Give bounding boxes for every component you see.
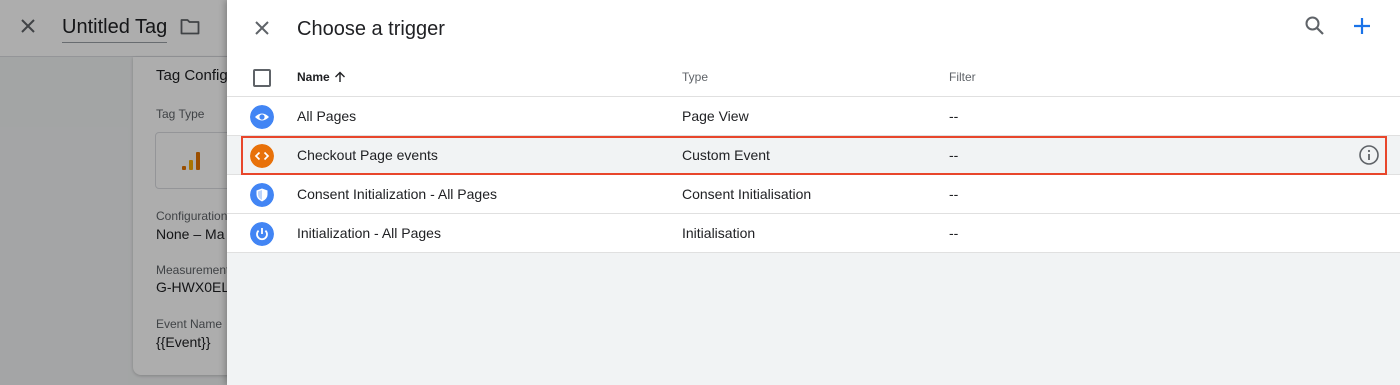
table-header: Name Type Filter xyxy=(227,57,1400,97)
select-all-checkbox[interactable] xyxy=(253,69,271,87)
trigger-name: Checkout Page events xyxy=(297,147,438,163)
info-icon[interactable] xyxy=(1358,144,1380,166)
power-icon xyxy=(250,222,274,246)
filter-column-header[interactable]: Filter xyxy=(949,70,976,84)
search-icon[interactable] xyxy=(1304,15,1326,37)
trigger-name: Consent Initialization - All Pages xyxy=(297,186,497,202)
arrow-up-icon xyxy=(334,71,345,82)
choose-trigger-drawer: Choose a trigger Name Type Filter All Pa… xyxy=(227,0,1400,385)
type-column-header[interactable]: Type xyxy=(682,70,708,84)
trigger-type: Page View xyxy=(682,108,749,124)
code-icon xyxy=(250,144,274,168)
close-icon[interactable] xyxy=(249,15,275,41)
name-column-label: Name xyxy=(297,70,330,84)
trigger-filter: -- xyxy=(949,225,959,241)
trigger-filter: -- xyxy=(949,108,959,124)
trigger-table: Name Type Filter All Pages Page View -- … xyxy=(227,57,1400,253)
trigger-row-all-pages[interactable]: All Pages Page View -- xyxy=(227,97,1400,136)
name-column-header[interactable]: Name xyxy=(297,70,346,84)
trigger-row-checkout-page-events[interactable]: Checkout Page events Custom Event -- xyxy=(227,136,1400,175)
trigger-name: All Pages xyxy=(297,108,357,124)
eye-icon xyxy=(250,105,274,129)
trigger-row-initialization[interactable]: Initialization - All Pages Initialisatio… xyxy=(227,214,1400,253)
trigger-type: Consent Initialisation xyxy=(682,186,812,202)
trigger-filter: -- xyxy=(949,186,959,202)
shield-icon xyxy=(250,183,274,207)
trigger-row-consent-initialization[interactable]: Consent Initialization - All Pages Conse… xyxy=(227,175,1400,214)
add-icon[interactable] xyxy=(1351,15,1373,37)
trigger-type: Custom Event xyxy=(682,147,770,163)
drawer-header: Choose a trigger xyxy=(227,0,1400,57)
drawer-title: Choose a trigger xyxy=(297,18,445,40)
trigger-type: Initialisation xyxy=(682,225,756,241)
trigger-name: Initialization - All Pages xyxy=(297,225,441,241)
trigger-filter: -- xyxy=(949,147,959,163)
